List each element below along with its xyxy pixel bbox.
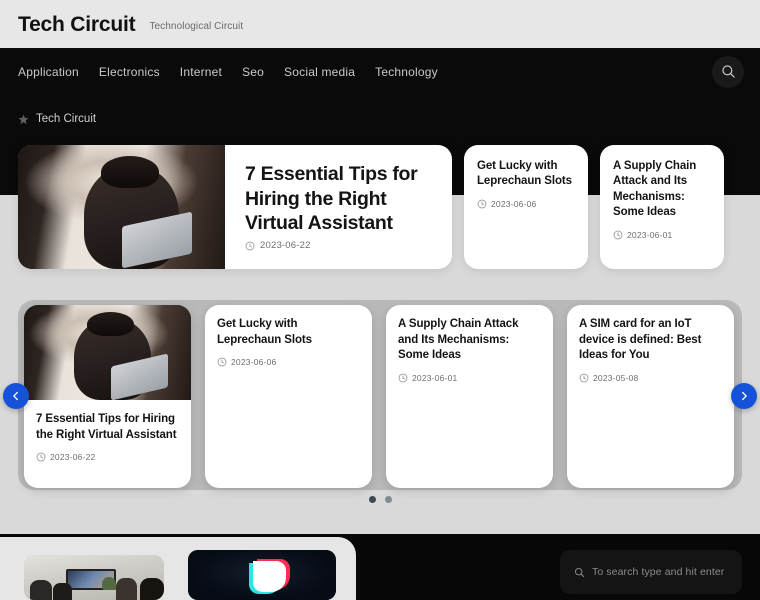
hero-side-card-1[interactable]: Get Lucky with Leprechaun Slots 2023-06-… — [464, 145, 588, 269]
hero-featured-text: 7 Essential Tips for Hiring the Right Vi… — [225, 145, 452, 269]
slide-body-4: A SIM card for an IoT device is defined:… — [567, 305, 734, 383]
hero-side-meta-2: 2023-06-01 — [613, 230, 711, 240]
hero-row: 7 Essential Tips for Hiring the Right Vi… — [18, 145, 742, 269]
hero-featured-title[interactable]: 7 Essential Tips for Hiring the Right Vi… — [245, 162, 436, 236]
page-root: Tech Circuit Technological Circuit Appli… — [0, 0, 760, 600]
slide-title-4[interactable]: A SIM card for an IoT device is defined:… — [579, 317, 722, 364]
slide-date-2: 2023-06-06 — [231, 357, 277, 368]
chevron-left-icon — [13, 391, 18, 401]
hero-side-date-2: 2023-06-01 — [627, 229, 673, 240]
nav-item-seo[interactable]: Seo — [242, 65, 264, 79]
clock-icon — [36, 452, 46, 462]
post-slider: 7 Essential Tips for Hiring the Right Vi… — [18, 300, 742, 490]
clock-icon — [579, 373, 589, 382]
clock-icon — [217, 357, 227, 367]
site-tagline: Technological Circuit — [149, 20, 244, 32]
search-placeholder: To search type and hit enter — [592, 566, 725, 578]
clock-icon — [245, 241, 255, 250]
slide-meta-4: 2023-05-08 — [579, 373, 722, 383]
clock-icon — [398, 373, 408, 382]
slide-meta-1: 2023-06-22 — [36, 452, 179, 462]
thumbnail-card-tiktok[interactable] — [188, 550, 336, 600]
site-title[interactable]: Tech Circuit — [18, 14, 136, 35]
slide-title-2[interactable]: Get Lucky with Leprechaun Slots — [217, 317, 360, 348]
slider-dot-1[interactable] — [368, 496, 376, 503]
slider-pagination — [0, 496, 760, 503]
hero-side-meta-1: 2023-06-06 — [477, 199, 575, 209]
hero-featured-card[interactable]: 7 Essential Tips for Hiring the Right Vi… — [18, 145, 452, 269]
nav-item-internet[interactable]: Internet — [180, 65, 222, 79]
slide-date-1: 2023-06-22 — [50, 452, 96, 463]
hero-featured-image — [18, 145, 225, 269]
nav-item-application[interactable]: Application — [18, 65, 79, 79]
meeting-room-photo — [24, 555, 164, 600]
slide-card-1[interactable]: 7 Essential Tips for Hiring the Right Vi… — [24, 305, 191, 488]
slide-card-4[interactable]: A SIM card for an IoT device is defined:… — [567, 305, 734, 488]
nav-links: Application Electronics Internet Seo Soc… — [18, 65, 438, 79]
slide-body-2: Get Lucky with Leprechaun Slots 2023-06-… — [205, 305, 372, 367]
thumbnail-card-meeting-room[interactable] — [24, 555, 164, 600]
chevron-right-icon — [742, 391, 747, 401]
main-navigation: Application Electronics Internet Seo Soc… — [0, 48, 760, 95]
brand-bar: Tech Circuit Technological Circuit — [0, 0, 760, 48]
nav-item-technology[interactable]: Technology — [375, 65, 438, 79]
hero-featured-date: 2023-06-22 — [260, 240, 311, 251]
slide-image-1 — [24, 305, 191, 400]
slider-prev-button[interactable] — [3, 383, 29, 409]
clock-icon — [477, 199, 487, 209]
hero-side-card-2[interactable]: A Supply Chain Attack and Its Mechanisms… — [600, 145, 724, 269]
hero-featured-meta: 2023-06-22 — [245, 240, 436, 251]
slide-meta-2: 2023-06-06 — [217, 357, 360, 367]
search-icon — [721, 65, 735, 78]
slider-next-button[interactable] — [731, 383, 757, 409]
slide-title-1[interactable]: 7 Essential Tips for Hiring the Right Vi… — [36, 412, 179, 443]
star-icon — [18, 114, 29, 124]
slide-card-2[interactable]: Get Lucky with Leprechaun Slots 2023-06-… — [205, 305, 372, 488]
slide-meta-3: 2023-06-01 — [398, 373, 541, 383]
slide-card-3[interactable]: A Supply Chain Attack and Its Mechanisms… — [386, 305, 553, 488]
search-bar[interactable]: To search type and hit enter — [560, 550, 742, 594]
slide-date-4: 2023-05-08 — [593, 372, 639, 383]
slide-date-3: 2023-06-01 — [412, 372, 458, 383]
hero-side-date-1: 2023-06-06 — [491, 198, 537, 209]
nav-item-social-media[interactable]: Social media — [284, 65, 355, 79]
slide-body-1: 7 Essential Tips for Hiring the Right Vi… — [24, 400, 191, 462]
slider-track: 7 Essential Tips for Hiring the Right Vi… — [24, 305, 736, 488]
hero-side-title-2[interactable]: A Supply Chain Attack and Its Mechanisms… — [613, 159, 711, 221]
breadcrumb: Tech Circuit — [18, 113, 96, 125]
tiktok-logo-photo — [188, 550, 336, 600]
clock-icon — [613, 230, 623, 240]
slide-body-3: A Supply Chain Attack and Its Mechanisms… — [386, 305, 553, 383]
slider-dot-2[interactable] — [384, 496, 392, 503]
search-icon — [574, 567, 585, 577]
nav-item-electronics[interactable]: Electronics — [99, 65, 160, 79]
hero-side-title-1[interactable]: Get Lucky with Leprechaun Slots — [477, 159, 575, 190]
breadcrumb-label[interactable]: Tech Circuit — [36, 113, 96, 125]
nav-search-button[interactable] — [712, 55, 744, 88]
slide-title-3[interactable]: A Supply Chain Attack and Its Mechanisms… — [398, 317, 541, 364]
